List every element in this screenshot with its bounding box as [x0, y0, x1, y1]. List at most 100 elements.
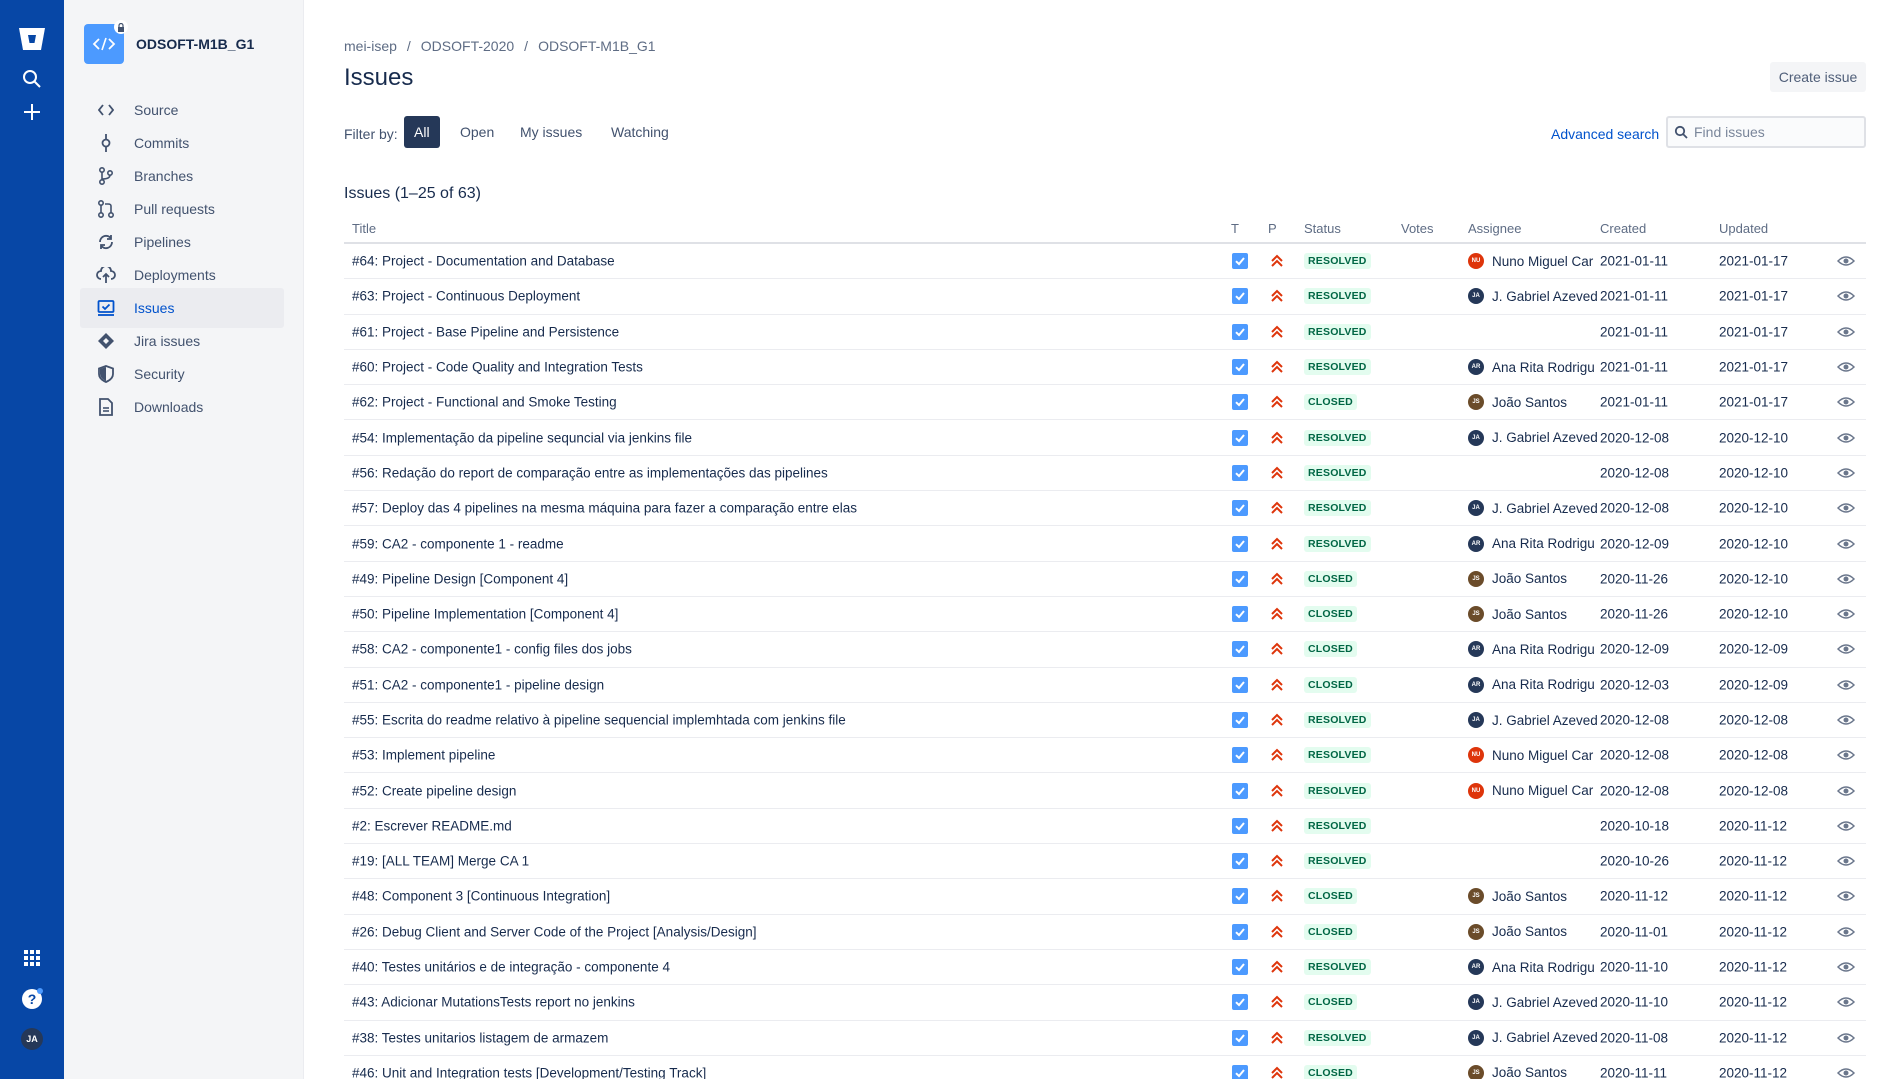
issue-title-link[interactable]: #59: CA2 - componente 1 - readme: [352, 536, 564, 551]
table-row[interactable]: #59: CA2 - componente 1 - readme RESOLVE…: [344, 526, 1866, 562]
header-updated[interactable]: Updated: [1719, 221, 1768, 236]
watch-eye-icon[interactable]: [1837, 466, 1855, 480]
table-row[interactable]: #43: Adicionar MutationsTests report no …: [344, 985, 1866, 1021]
issue-title-link[interactable]: #53: Implement pipeline: [352, 748, 495, 763]
help-icon[interactable]: ?: [17, 984, 47, 1014]
issue-title-link[interactable]: #58: CA2 - componente1 - config files do…: [352, 642, 632, 657]
watch-eye-icon[interactable]: [1837, 325, 1855, 339]
issue-title-link[interactable]: #19: [ALL TEAM] Merge CA 1: [352, 854, 529, 869]
issue-title-link[interactable]: #55: Escrita do readme relativo à pipeli…: [352, 713, 846, 728]
header-type[interactable]: T: [1231, 221, 1239, 236]
search-input[interactable]: [1694, 124, 1854, 140]
header-priority[interactable]: P: [1268, 221, 1277, 236]
watch-eye-icon[interactable]: [1837, 854, 1855, 868]
table-row[interactable]: #50: Pipeline Implementation [Component …: [344, 597, 1866, 633]
plus-icon[interactable]: [17, 97, 47, 127]
breadcrumb-project[interactable]: ODSOFT-2020: [421, 38, 514, 54]
user-avatar[interactable]: JA: [17, 1024, 47, 1054]
search-icon[interactable]: [17, 64, 47, 94]
watch-eye-icon[interactable]: [1837, 254, 1855, 268]
breadcrumb-repo[interactable]: ODSOFT-M1B_G1: [538, 38, 655, 54]
repo-header[interactable]: ODSOFT-M1B_G1: [84, 20, 294, 64]
issue-title-link[interactable]: #56: Redação do report de comparação ent…: [352, 465, 828, 480]
table-row[interactable]: #64: Project - Documentation and Databas…: [344, 244, 1866, 280]
watch-eye-icon[interactable]: [1837, 784, 1855, 798]
issue-title-link[interactable]: #46: Unit and Integration tests [Develop…: [352, 1065, 706, 1079]
search-box[interactable]: [1666, 116, 1866, 148]
table-row[interactable]: #46: Unit and Integration tests [Develop…: [344, 1056, 1866, 1079]
table-row[interactable]: #38: Testes unitarios listagem de armaze…: [344, 1021, 1866, 1056]
table-row[interactable]: #53: Implement pipeline RESOLVED NU Nuno …: [344, 738, 1866, 774]
table-row[interactable]: #2: Escrever README.md RESOLVED 2020-10-…: [344, 809, 1866, 845]
watch-eye-icon[interactable]: [1837, 431, 1855, 445]
table-row[interactable]: #58: CA2 - componente1 - config files do…: [344, 632, 1866, 668]
issue-title-link[interactable]: #49: Pipeline Design [Component 4]: [352, 571, 568, 586]
sidebar-item-downloads[interactable]: Downloads: [80, 387, 284, 427]
issue-title-link[interactable]: #63: Project - Continuous Deployment: [352, 289, 580, 304]
issue-title-link[interactable]: #62: Project - Functional and Smoke Test…: [352, 395, 617, 410]
header-created[interactable]: Created: [1600, 221, 1646, 236]
table-row[interactable]: #49: Pipeline Design [Component 4] CLOSE…: [344, 562, 1866, 597]
issue-title-link[interactable]: #26: Debug Client and Server Code of the…: [352, 924, 756, 939]
table-row[interactable]: #54: Implementação da pipeline sequncial…: [344, 420, 1866, 456]
breadcrumb-workspace[interactable]: mei-isep: [344, 38, 397, 54]
table-row[interactable]: #55: Escrita do readme relativo à pipeli…: [344, 703, 1866, 739]
table-row[interactable]: #63: Project - Continuous Deployment RES…: [344, 279, 1866, 315]
issue-title-link[interactable]: #60: Project - Code Quality and Integrat…: [352, 360, 643, 375]
bitbucket-logo-icon[interactable]: [17, 24, 47, 54]
table-row[interactable]: #56: Redação do report de comparação ent…: [344, 456, 1866, 492]
issue-title-link[interactable]: #54: Implementação da pipeline sequncial…: [352, 430, 692, 445]
issue-title-link[interactable]: #38: Testes unitarios listagem de armaze…: [352, 1030, 608, 1045]
table-row[interactable]: #57: Deploy das 4 pipelines na mesma máq…: [344, 491, 1866, 527]
watch-eye-icon[interactable]: [1837, 289, 1855, 303]
table-row[interactable]: #26: Debug Client and Server Code of the…: [344, 915, 1866, 950]
watch-eye-icon[interactable]: [1837, 889, 1855, 903]
watch-eye-icon[interactable]: [1837, 713, 1855, 727]
watch-eye-icon[interactable]: [1837, 1031, 1855, 1045]
issue-title-link[interactable]: #64: Project - Documentation and Databas…: [352, 254, 615, 269]
issue-title-link[interactable]: #50: Pipeline Implementation [Component …: [352, 607, 618, 622]
header-status[interactable]: Status: [1304, 221, 1341, 236]
watch-eye-icon[interactable]: [1837, 642, 1855, 656]
priority-highest-icon: [1271, 890, 1283, 903]
filter-open-button[interactable]: Open: [450, 116, 504, 148]
watch-eye-icon[interactable]: [1837, 537, 1855, 551]
issue-title-link[interactable]: #43: Adicionar MutationsTests report no …: [352, 995, 635, 1010]
advanced-search-link[interactable]: Advanced search: [1551, 126, 1659, 142]
header-assignee[interactable]: Assignee: [1468, 221, 1521, 236]
watch-eye-icon[interactable]: [1837, 607, 1855, 621]
table-row[interactable]: #61: Project - Base Pipeline and Persist…: [344, 315, 1866, 350]
header-title[interactable]: Title: [352, 221, 376, 236]
app-switcher-icon[interactable]: [17, 943, 47, 973]
table-row[interactable]: #40: Testes unitários e de integração - …: [344, 950, 1866, 986]
issue-title-link[interactable]: #48: Component 3 [Continuous Integration…: [352, 889, 610, 904]
issue-title-link[interactable]: #2: Escrever README.md: [352, 818, 512, 833]
watch-eye-icon[interactable]: [1837, 960, 1855, 974]
watch-eye-icon[interactable]: [1837, 360, 1855, 374]
watch-eye-icon[interactable]: [1837, 395, 1855, 409]
issue-title-link[interactable]: #57: Deploy das 4 pipelines na mesma máq…: [352, 501, 857, 516]
watch-eye-icon[interactable]: [1837, 501, 1855, 515]
watch-eye-icon[interactable]: [1837, 925, 1855, 939]
watch-eye-icon[interactable]: [1837, 995, 1855, 1009]
filter-watching-button[interactable]: Watching: [601, 116, 679, 148]
filter-my-issues-button[interactable]: My issues: [510, 116, 592, 148]
watch-eye-icon[interactable]: [1837, 748, 1855, 762]
watch-eye-icon[interactable]: [1837, 1066, 1855, 1079]
issue-title-link[interactable]: #51: CA2 - componente1 - pipeline design: [352, 677, 604, 692]
issue-title-link[interactable]: #61: Project - Base Pipeline and Persist…: [352, 324, 619, 339]
table-row[interactable]: #62: Project - Functional and Smoke Test…: [344, 385, 1866, 421]
header-votes[interactable]: Votes: [1401, 221, 1434, 236]
issue-title-link[interactable]: #52: Create pipeline design: [352, 783, 516, 798]
table-row[interactable]: #19: [ALL TEAM] Merge CA 1 RESOLVED 2020…: [344, 844, 1866, 880]
watch-eye-icon[interactable]: [1837, 678, 1855, 692]
table-row[interactable]: #52: Create pipeline design RESOLVED NU N…: [344, 773, 1866, 809]
create-issue-button[interactable]: Create issue: [1770, 62, 1866, 92]
filter-all-button[interactable]: All: [404, 116, 440, 148]
issue-title-link[interactable]: #40: Testes unitários e de integração - …: [352, 960, 670, 975]
watch-eye-icon[interactable]: [1837, 819, 1855, 833]
table-row[interactable]: #60: Project - Code Quality and Integrat…: [344, 350, 1866, 386]
table-row[interactable]: #51: CA2 - componente1 - pipeline design…: [344, 668, 1866, 703]
table-row[interactable]: #48: Component 3 [Continuous Integration…: [344, 879, 1866, 915]
watch-eye-icon[interactable]: [1837, 572, 1855, 586]
